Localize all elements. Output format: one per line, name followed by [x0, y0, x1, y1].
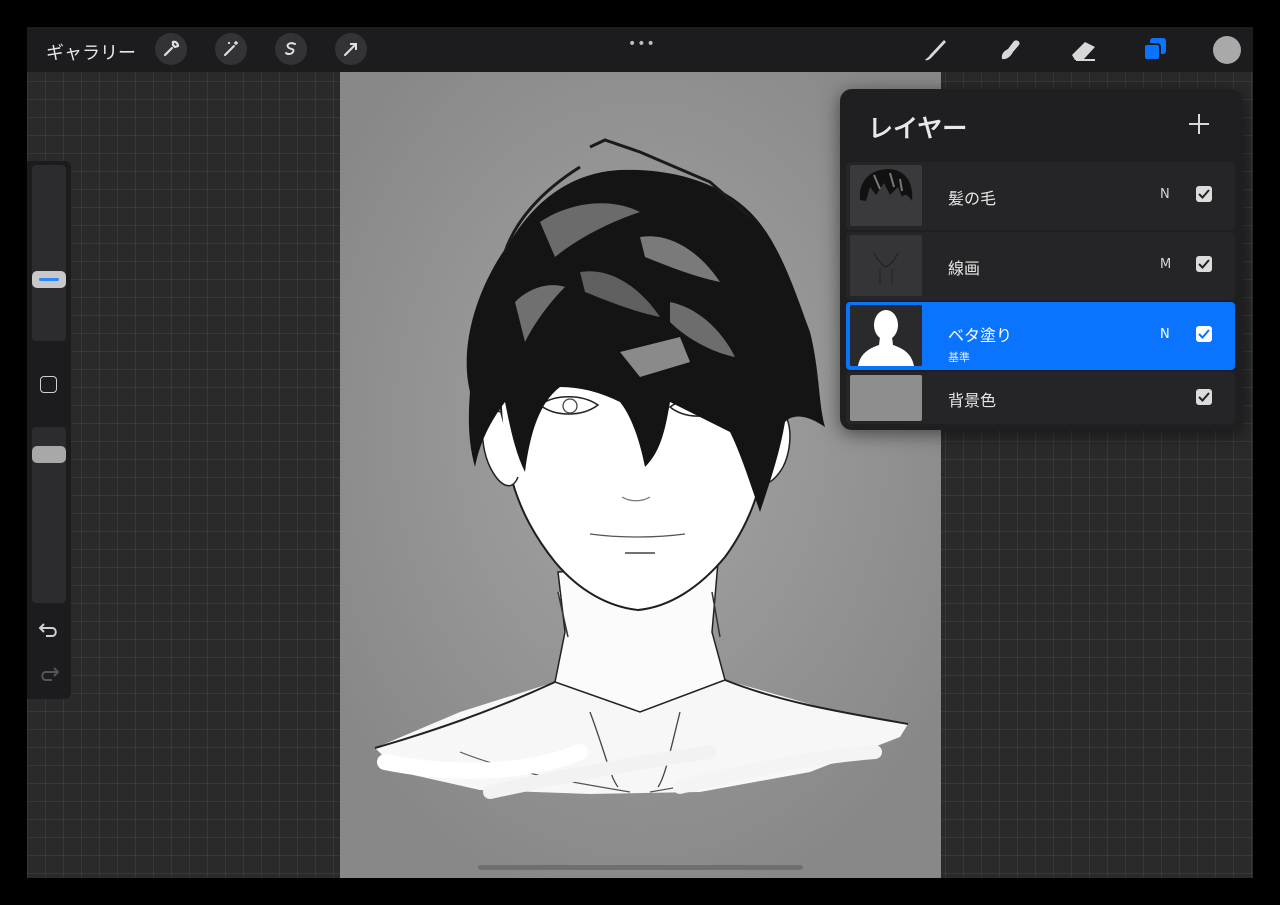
home-indicator	[478, 865, 803, 870]
layer-name: 線画	[948, 259, 981, 278]
app-frame: ギャラリー ••• レイヤー 髪の毛 N 線画 M ベタ塗り 基準 N 背景色	[27, 27, 1253, 878]
visibility-checkbox[interactable]	[1196, 186, 1212, 202]
layer-thumbnail	[850, 165, 922, 226]
transform-arrow-icon[interactable]	[335, 33, 367, 65]
plus-icon[interactable]	[1186, 111, 1212, 137]
blend-mode-button[interactable]: N	[1160, 327, 1170, 342]
layers-panel-title: レイヤー	[868, 114, 968, 143]
layers-icon[interactable]	[1139, 33, 1173, 67]
color-picker-button[interactable]	[1213, 36, 1241, 64]
left-sidebar	[27, 161, 71, 699]
wrench-icon[interactable]	[155, 33, 187, 65]
layer-name: ベタ塗り	[948, 326, 1013, 345]
layer-row-lineart[interactable]: 線画 M	[846, 232, 1235, 300]
blend-mode-button[interactable]: N	[1160, 187, 1170, 202]
layer-row-hair[interactable]: 髪の毛 N	[846, 162, 1235, 230]
visibility-checkbox[interactable]	[1196, 256, 1212, 272]
eraser-icon[interactable]	[1067, 33, 1101, 67]
layer-thumbnail	[850, 375, 922, 421]
visibility-checkbox[interactable]	[1196, 326, 1212, 342]
brush-size-slider[interactable]	[32, 165, 66, 341]
layer-row-flat-fill[interactable]: ベタ塗り 基準 N	[846, 302, 1235, 370]
modify-square-button[interactable]	[40, 376, 57, 393]
top-toolbar: ギャラリー •••	[27, 27, 1253, 72]
visibility-checkbox[interactable]	[1196, 389, 1212, 405]
magic-wand-icon[interactable]	[215, 33, 247, 65]
layers-panel: レイヤー 髪の毛 N 線画 M ベタ塗り 基準 N 背景色	[840, 89, 1243, 430]
brush-icon[interactable]	[918, 33, 952, 67]
smudge-icon[interactable]	[994, 33, 1028, 67]
brush-size-slider-knob[interactable]	[32, 271, 66, 288]
layer-name: 髪の毛	[948, 189, 997, 208]
opacity-slider-knob[interactable]	[32, 446, 66, 463]
selection-icon[interactable]	[275, 33, 307, 65]
clipping-base-label: 基準	[948, 351, 970, 364]
blend-mode-button[interactable]: M	[1160, 257, 1171, 272]
layer-thumbnail	[850, 305, 922, 366]
layer-name: 背景色	[948, 391, 997, 410]
gallery-button[interactable]: ギャラリー	[46, 39, 136, 65]
redo-icon[interactable]	[38, 664, 60, 686]
undo-icon[interactable]	[38, 620, 60, 642]
layer-row-background-color[interactable]: 背景色	[846, 372, 1235, 424]
layer-thumbnail	[850, 235, 922, 296]
more-menu-icon[interactable]: •••	[628, 36, 656, 52]
